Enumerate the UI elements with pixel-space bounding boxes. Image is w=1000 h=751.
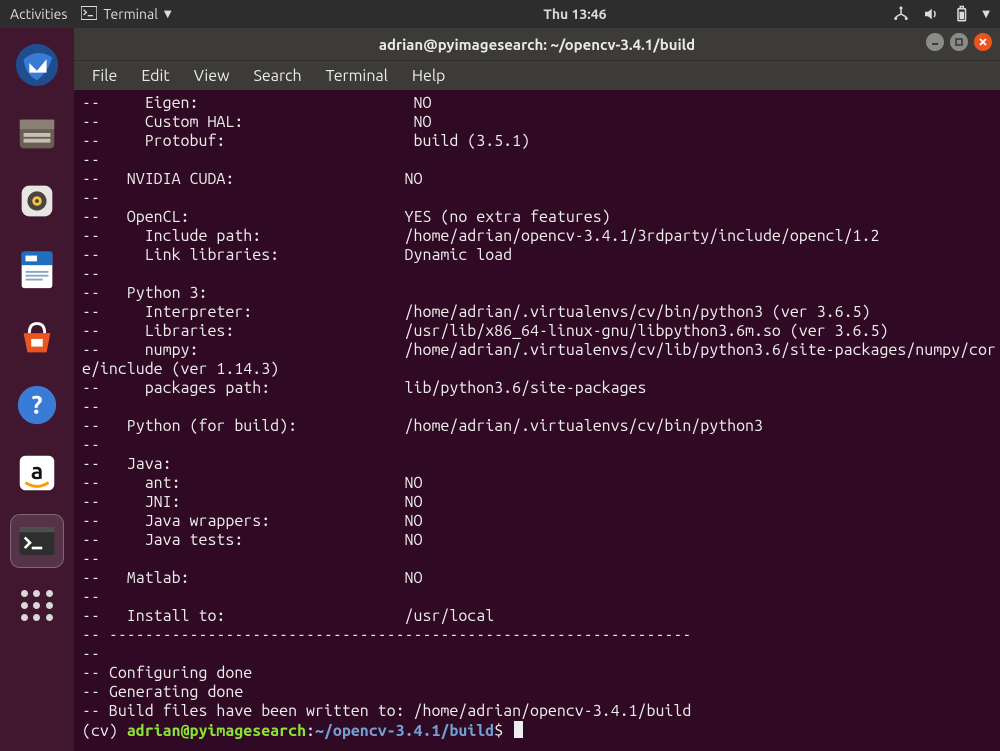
volume-icon[interactable] <box>922 5 940 23</box>
terminal-line: -- Install to: /usr/local <box>82 607 1000 626</box>
terminal-line: -- <box>82 550 1000 569</box>
amazon-launcher[interactable]: a <box>10 446 64 500</box>
window-close-button[interactable] <box>974 33 992 51</box>
show-applications-button[interactable] <box>21 590 53 621</box>
rhythmbox-launcher[interactable] <box>10 174 64 228</box>
menu-edit[interactable]: Edit <box>141 67 169 85</box>
software-center-launcher[interactable] <box>10 310 64 364</box>
terminal-line: -- Python (for build): /home/adrian/.vir… <box>82 417 1000 436</box>
terminal-line: -- Build files have been written to: /ho… <box>82 702 1000 721</box>
terminal-line: -- JNI: NO <box>82 493 1000 512</box>
terminal-line: -- <box>82 398 1000 417</box>
clock[interactable]: Thu 13:46 <box>543 6 606 22</box>
terminal-cursor <box>514 721 523 738</box>
terminal-line: -- Libraries: /usr/lib/x86_64-linux-gnu/… <box>82 322 1000 341</box>
files-launcher[interactable] <box>10 106 64 160</box>
terminal-output[interactable]: -- Eigen: NO-- Custom HAL: NO-- Protobuf… <box>74 90 1000 751</box>
terminal-icon <box>81 6 97 23</box>
battery-icon[interactable] <box>952 5 970 23</box>
active-app-label: Terminal <box>103 6 158 22</box>
terminal-line: -- <box>82 151 1000 170</box>
terminal-line: -- <box>82 265 1000 284</box>
terminal-line: -- packages path: lib/python3.6/site-pac… <box>82 379 1000 398</box>
window-title: adrian@pyimagesearch: ~/opencv-3.4.1/bui… <box>379 36 695 53</box>
thunderbird-launcher[interactable] <box>10 38 64 92</box>
activities-button[interactable]: Activities <box>10 6 67 22</box>
active-app-menu[interactable]: Terminal ▼ <box>81 6 171 23</box>
terminal-line: -- Java wrappers: NO <box>82 512 1000 531</box>
terminal-line: -- ant: NO <box>82 474 1000 493</box>
terminal-line: -- Eigen: NO <box>82 94 1000 113</box>
desktop-top-bar: Activities Terminal ▼ Thu 13:46 ▼ <box>0 0 1000 28</box>
network-icon[interactable] <box>892 5 910 23</box>
system-menu-chevron-icon[interactable]: ▼ <box>982 8 990 20</box>
terminal-menubar: File Edit View Search Terminal Help <box>74 60 1000 90</box>
menu-help[interactable]: Help <box>412 67 446 85</box>
terminal-line: -- OpenCL: YES (no extra features) <box>82 208 1000 227</box>
chevron-down-icon: ▼ <box>164 8 172 20</box>
terminal-line: -- Python 3: <box>82 284 1000 303</box>
terminal-window: adrian@pyimagesearch: ~/opencv-3.4.1/bui… <box>74 28 1000 751</box>
terminal-line: -- <box>82 189 1000 208</box>
terminal-line: -- Protobuf: build (3.5.1) <box>82 132 1000 151</box>
libreoffice-writer-launcher[interactable] <box>10 242 64 296</box>
menu-view[interactable]: View <box>194 67 230 85</box>
terminal-line: -- Matlab: NO <box>82 569 1000 588</box>
terminal-line: -- Link libraries: Dynamic load <box>82 246 1000 265</box>
window-titlebar[interactable]: adrian@pyimagesearch: ~/opencv-3.4.1/bui… <box>74 28 1000 60</box>
launcher-dock: ? a <box>0 28 74 751</box>
terminal-line: -- Java tests: NO <box>82 531 1000 550</box>
terminal-line: -- numpy: /home/adrian/.virtualenvs/cv/l… <box>82 341 1000 360</box>
terminal-line: -- Generating done <box>82 683 1000 702</box>
menu-file[interactable]: File <box>92 67 117 85</box>
terminal-prompt[interactable]: (cv) adrian@pyimagesearch:~/opencv-3.4.1… <box>82 721 1000 741</box>
help-launcher[interactable]: ? <box>10 378 64 432</box>
terminal-launcher[interactable] <box>10 514 64 568</box>
terminal-line: -- Configuring done <box>82 664 1000 683</box>
svg-text:a: a <box>31 459 44 484</box>
terminal-line: -- Custom HAL: NO <box>82 113 1000 132</box>
terminal-line: -- -------------------------------------… <box>82 626 1000 645</box>
menu-terminal[interactable]: Terminal <box>326 67 388 85</box>
terminal-line: e/include (ver 1.14.3) <box>82 360 1000 379</box>
terminal-line: -- Include path: /home/adrian/opencv-3.4… <box>82 227 1000 246</box>
terminal-line: -- <box>82 645 1000 664</box>
svg-text:?: ? <box>32 391 43 419</box>
menu-search[interactable]: Search <box>254 67 302 85</box>
terminal-line: -- <box>82 588 1000 607</box>
window-maximize-button[interactable] <box>950 33 968 51</box>
terminal-line: -- NVIDIA CUDA: NO <box>82 170 1000 189</box>
window-minimize-button[interactable] <box>926 33 944 51</box>
terminal-line: -- Java: <box>82 455 1000 474</box>
terminal-line: -- Interpreter: /home/adrian/.virtualenv… <box>82 303 1000 322</box>
terminal-line: -- <box>82 436 1000 455</box>
